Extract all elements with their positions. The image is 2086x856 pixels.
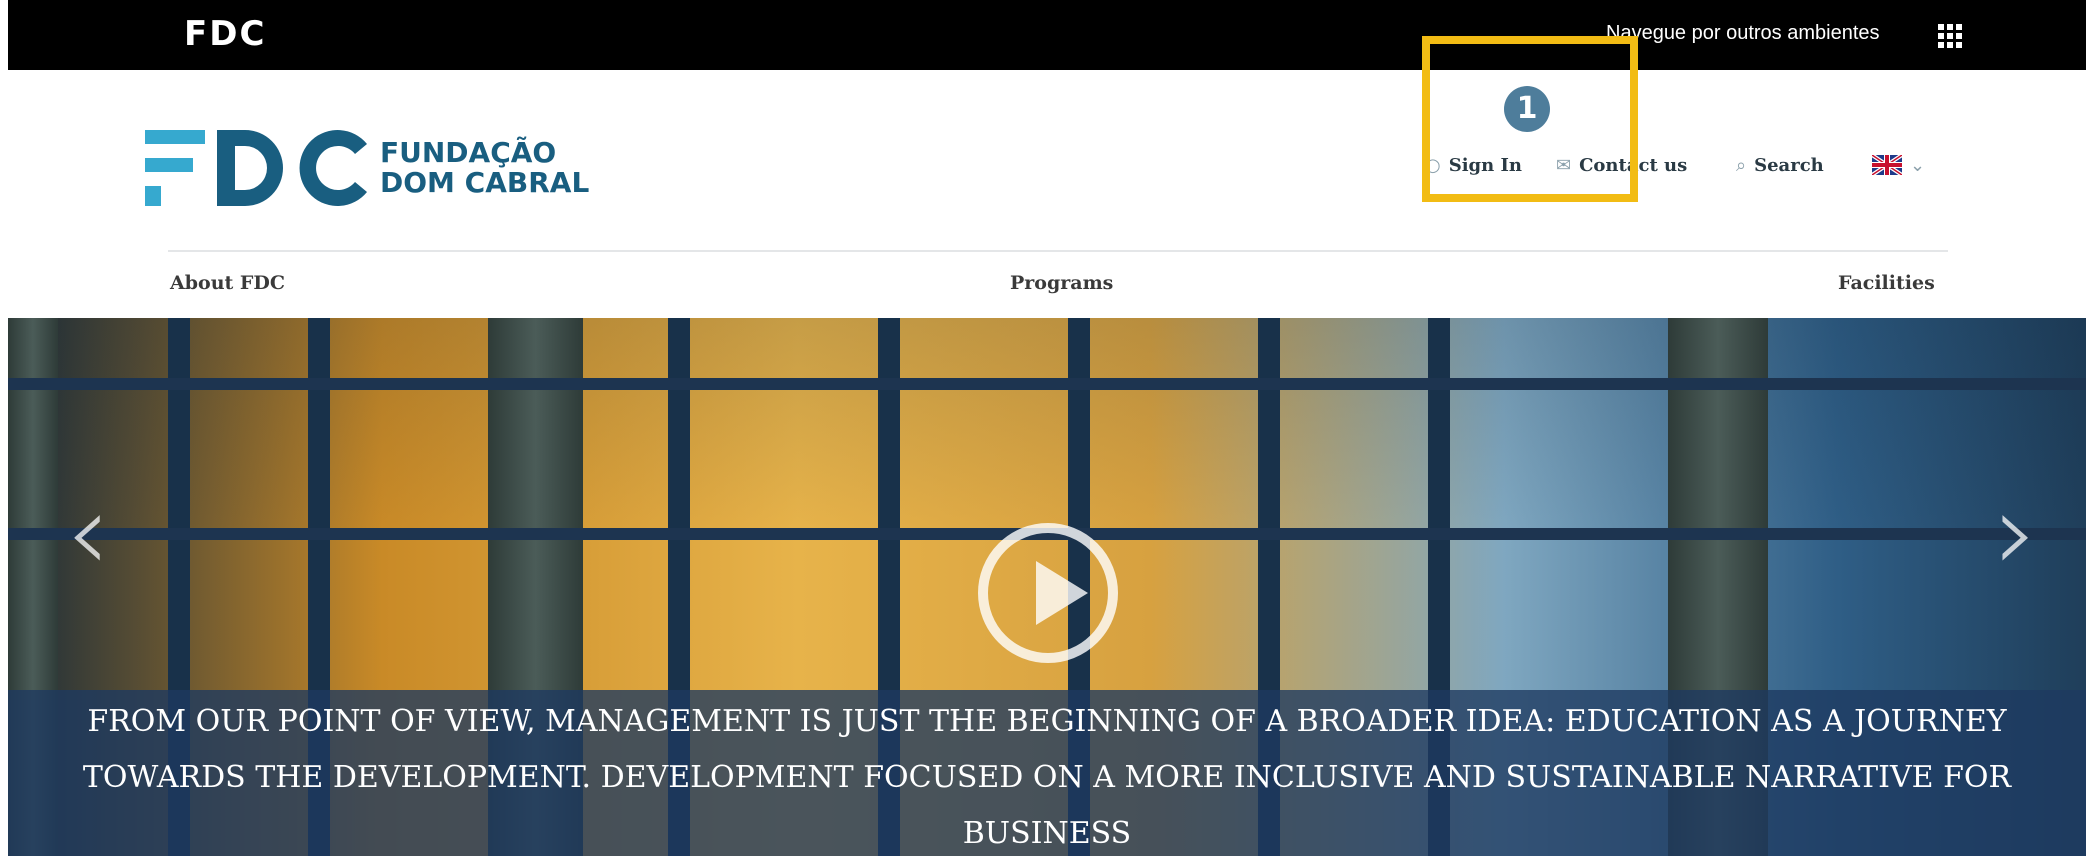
fdc-mini-logo[interactable]: FDC — [184, 14, 266, 54]
fdc-logo-mark — [145, 130, 367, 206]
nav-programs[interactable]: Programs — [1010, 272, 1113, 294]
other-environments-link[interactable]: Navegue por outros ambientes — [1606, 22, 1880, 45]
grid-dots-icon[interactable] — [1938, 24, 1962, 48]
nav-facilities[interactable]: Facilities — [1838, 272, 1935, 294]
search-label: Search — [1754, 154, 1824, 176]
search-link[interactable]: ⌕ Search — [1736, 150, 1824, 180]
header-divider — [168, 250, 1948, 252]
hero-caption: FROM OUR POINT OF VIEW, MANAGEMENT IS JU… — [8, 690, 2086, 856]
logo-text-dom-cabral: DOM CABRAL — [380, 166, 590, 199]
language-selector[interactable]: ⌄ — [1872, 150, 1925, 180]
step-badge: 1 — [1504, 86, 1550, 132]
nav-about-fdc[interactable]: About FDC — [170, 272, 285, 294]
search-icon: ⌕ — [1736, 154, 1747, 176]
top-bar: FDC Navegue por outros ambientes — [8, 0, 2086, 70]
chevron-right-icon[interactable]: › — [1994, 468, 2038, 596]
hero-caption-text: FROM OUR POINT OF VIEW, MANAGEMENT IS JU… — [82, 704, 2012, 851]
hero-banner: ‹ › FROM OUR POINT OF VIEW, MANAGEMENT I… — [8, 318, 2086, 856]
play-icon[interactable] — [978, 523, 1118, 663]
uk-flag-icon — [1872, 155, 1902, 175]
window-frame — [8, 378, 2086, 390]
chevron-down-icon: ⌄ — [1910, 154, 1926, 176]
logo-wordmark: FUNDAÇÃO DOM CABRAL — [380, 138, 589, 198]
logo-text-fundacao: FUNDAÇÃO — [380, 136, 557, 169]
chevron-left-icon[interactable]: ‹ — [66, 468, 110, 596]
